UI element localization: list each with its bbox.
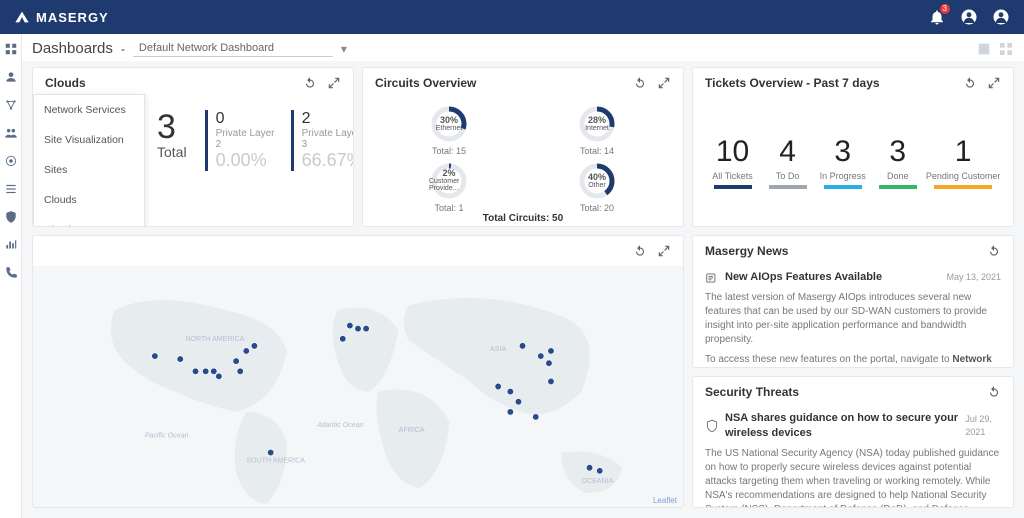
expand-icon[interactable] — [327, 76, 341, 90]
dropdown-item[interactable]: Circuits — [34, 215, 144, 227]
network-dropdown-menu: Network ServicesSite VisualizationSitesC… — [33, 94, 145, 227]
clouds-total: 3 Total — [157, 110, 187, 160]
clouds-card-title: Clouds — [45, 76, 86, 90]
sidebar-icon-target[interactable] — [4, 154, 18, 168]
threats-headline: NSA shares guidance on how to secure you… — [725, 411, 959, 442]
dashboard-select[interactable] — [133, 40, 333, 57]
circuit-donut: 40%OtherTotal: 20 — [526, 161, 668, 213]
ticket-stat: 1Pending Customer — [926, 135, 1001, 189]
sidebar-icon-people[interactable] — [4, 126, 18, 140]
ticket-stat: 3Done — [871, 135, 925, 189]
leaflet-attribution: Leaflet — [653, 496, 677, 505]
clouds-total-label: Total — [157, 144, 187, 160]
svg-text:Atlantic Ocean: Atlantic Ocean — [316, 421, 363, 429]
notifications-icon[interactable]: 3 — [928, 8, 946, 26]
clouds-card: Clouds 3 Total 0Private Layer 20.00%2Pri… — [32, 67, 354, 227]
circuits-card: Circuits Overview 30%EthernetTotal: 1528… — [362, 67, 684, 227]
refresh-icon[interactable] — [633, 76, 647, 90]
refresh-icon[interactable] — [987, 244, 1001, 258]
news-p2: To access these new features on the port… — [705, 353, 1001, 366]
sidebar-icon-shield[interactable] — [4, 210, 18, 224]
brand-text: MASERGY — [36, 10, 109, 25]
circuit-donut: 30%EthernetTotal: 15 — [378, 104, 520, 156]
shield-icon — [705, 419, 719, 433]
world-map[interactable]: NORTH AMERICA SOUTH AMERICA AFRICA ASIA … — [33, 266, 683, 507]
cloud-split: 0Private Layer 20.00% — [205, 110, 277, 171]
ticket-stat: 3In Progress — [816, 135, 870, 189]
dropdown-item[interactable]: Site Visualization — [34, 125, 144, 155]
topbar: MASERGY 3 — [0, 0, 1024, 34]
news-card-title: Masergy News — [705, 244, 788, 258]
user-icon[interactable] — [960, 8, 978, 26]
account-icon[interactable] — [992, 8, 1010, 26]
sidebar-icon-phone[interactable] — [4, 266, 18, 280]
expand-icon[interactable] — [657, 76, 671, 90]
chevron-down-icon[interactable]: ▾ — [341, 42, 347, 56]
circuits-total: Total Circuits: 50 — [363, 213, 683, 224]
svg-text:NORTH AMERICA: NORTH AMERICA — [185, 335, 244, 343]
brand-icon — [14, 9, 30, 25]
topbar-right: 3 — [928, 8, 1010, 26]
circuits-card-title: Circuits Overview — [375, 76, 476, 90]
svg-text:AFRICA: AFRICA — [399, 426, 425, 434]
breadcrumb-sep: - — [121, 42, 125, 56]
view-grid-icon[interactable] — [998, 41, 1014, 57]
sidebar-icon-user[interactable] — [4, 70, 18, 84]
sidebar-icon-dashboard[interactable] — [4, 42, 18, 56]
sidebar-icon-graph[interactable] — [4, 98, 18, 112]
news-headline: New AIOps Features Available — [725, 270, 882, 285]
refresh-icon[interactable] — [303, 76, 317, 90]
page-title: Dashboards — [32, 40, 113, 57]
sidebar-icon-analytics[interactable] — [4, 238, 18, 252]
notifications-badge: 3 — [940, 4, 950, 14]
svg-text:SOUTH AMERICA: SOUTH AMERICA — [246, 457, 305, 465]
brand-logo: MASERGY — [14, 9, 109, 25]
sidebar-icon-list[interactable] — [4, 182, 18, 196]
page-header: Dashboards - ▾ — [22, 34, 1024, 61]
svg-text:OCEANIA: OCEANIA — [581, 477, 613, 485]
dropdown-item[interactable]: Network Services — [34, 95, 144, 125]
refresh-icon[interactable] — [963, 76, 977, 90]
svg-text:ASIA: ASIA — [490, 345, 506, 353]
refresh-icon[interactable] — [633, 244, 647, 258]
view-list-icon[interactable] — [976, 41, 992, 57]
svg-text:Pacific Ocean: Pacific Ocean — [145, 431, 189, 439]
dropdown-item[interactable]: Sites — [34, 155, 144, 185]
news-icon — [705, 271, 719, 285]
cloud-split: 2Private Layer 366.67% — [291, 110, 353, 171]
dropdown-item[interactable]: Clouds — [34, 185, 144, 215]
circuit-donut: 2%Customer Provide...Total: 1 — [378, 161, 520, 213]
tickets-card-title: Tickets Overview - Past 7 days — [705, 76, 880, 90]
news-date: May 13, 2021 — [946, 271, 1001, 284]
news-p1: The latest version of Masergy AIOps intr… — [705, 291, 1001, 347]
threats-card-title: Security Threats — [705, 385, 799, 399]
map-card: NORTH AMERICA SOUTH AMERICA AFRICA ASIA … — [32, 235, 684, 508]
threats-date: Jul 29, 2021 — [965, 413, 1001, 438]
tickets-card: Tickets Overview - Past 7 days 10All Tic… — [692, 67, 1014, 227]
news-card: Masergy News New AIOps Features Availabl… — [692, 235, 1014, 368]
refresh-icon[interactable] — [987, 385, 1001, 399]
clouds-total-num: 3 — [157, 110, 187, 144]
icon-sidebar — [0, 34, 22, 518]
circuit-donut: 28%InternetTotal: 14 — [526, 104, 668, 156]
expand-icon[interactable] — [987, 76, 1001, 90]
ticket-stat: 10All Tickets — [706, 135, 760, 189]
threats-p1: The US National Security Agency (NSA) to… — [705, 447, 1001, 507]
expand-icon[interactable] — [657, 244, 671, 258]
threats-card: Security Threats NSA shares guidance on … — [692, 376, 1014, 509]
ticket-stat: 4To Do — [761, 135, 815, 189]
